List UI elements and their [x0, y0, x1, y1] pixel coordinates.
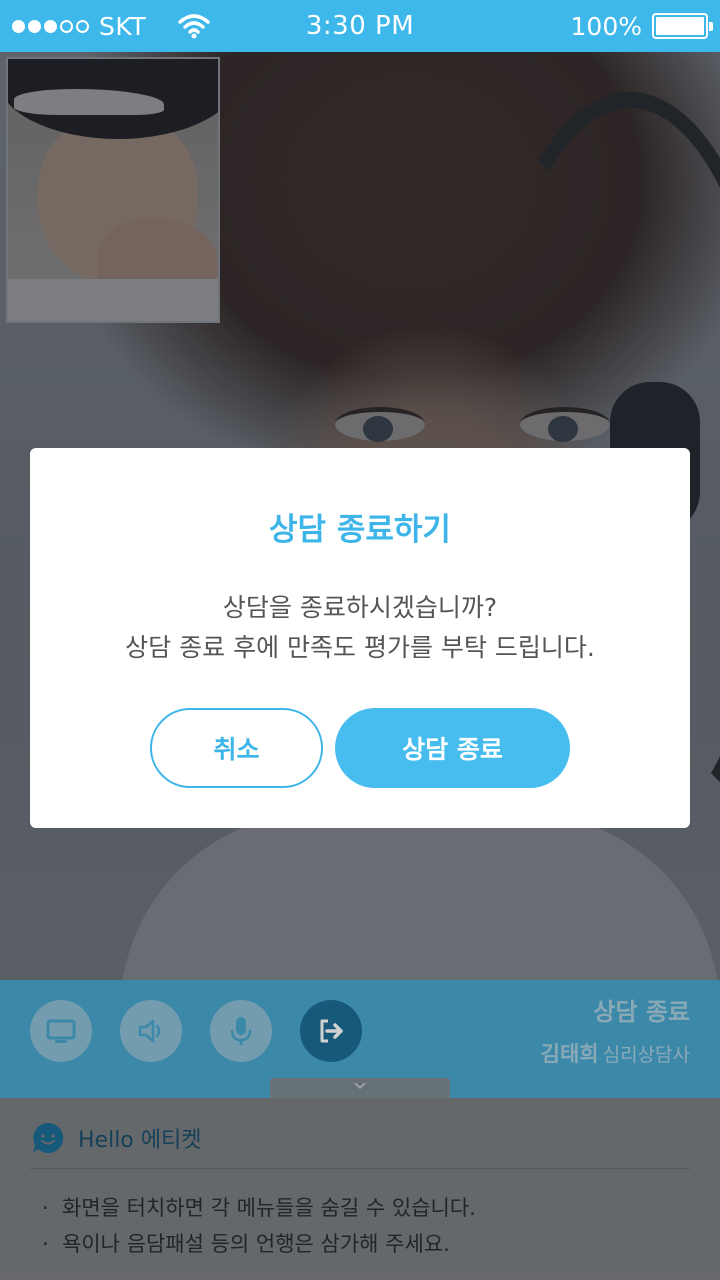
end-consultation-dialog: 상담 종료하기 상담을 종료하시겠습니까? 상담 종료 후에 만족도 평가를 부… — [30, 448, 690, 828]
dialog-message-line-1: 상담을 종료하시겠습니까? — [222, 593, 498, 622]
status-right: 100% — [570, 0, 713, 52]
confirm-end-button[interactable]: 상담 종료 — [335, 708, 570, 788]
dialog-message-line-2: 상담 종료 후에 만족도 평가를 부탁 드립니다. — [125, 633, 595, 662]
battery-percent: 100% — [570, 11, 642, 41]
battery-icon — [652, 13, 713, 39]
status-bar: SKT 3:30 PM 100% — [0, 0, 720, 52]
dialog-message: 상담을 종료하시겠습니까? 상담 종료 후에 만족도 평가를 부탁 드립니다. — [30, 588, 690, 668]
cancel-button[interactable]: 취소 — [150, 708, 323, 788]
dialog-title: 상담 종료하기 — [269, 512, 451, 548]
battery-fill — [656, 17, 704, 35]
